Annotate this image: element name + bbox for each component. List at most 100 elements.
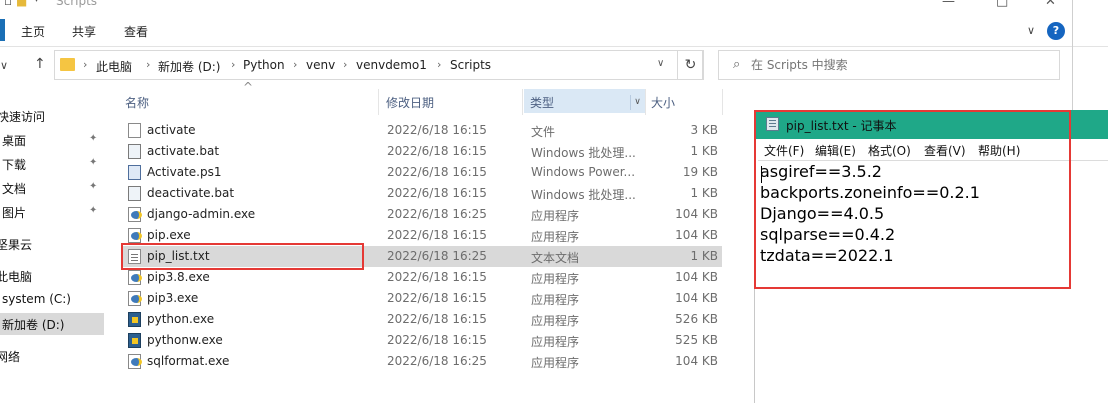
title-bar: ▫ ■ ▾ Scripts — □ ✕: [0, 0, 1108, 14]
sidebar-item-nutstore[interactable]: 坚果云: [0, 233, 104, 255]
sidebar-item-quick-access[interactable]: 快速访问: [0, 105, 104, 127]
chevron-right-icon[interactable]: ›: [343, 58, 347, 71]
quick-access-dropdown-icon[interactable]: ▾: [34, 0, 39, 5]
column-header-label: 名称: [125, 96, 150, 110]
sidebar-item-drive-c[interactable]: system (C:): [0, 289, 104, 311]
executable-icon: [128, 207, 142, 222]
file-row[interactable]: python.exe 2022/6/18 16:15 应用程序 526 KB: [122, 309, 722, 330]
refresh-button[interactable]: ↻: [677, 50, 704, 80]
file-date: 2022/6/18 16:15: [387, 270, 487, 284]
up-arrow-icon[interactable]: ↑: [34, 56, 46, 72]
file-row[interactable]: pip3.8.exe 2022/6/18 16:15 应用程序 104 KB: [122, 267, 722, 288]
file-name: pip3.8.exe: [147, 270, 210, 284]
navigation-pane: 快速访问 桌面 ✦ 下载 ✦ 文档 ✦ 图片 ✦ 坚果云 此电脑 system …: [0, 88, 106, 403]
close-icon[interactable]: ✕: [1045, 0, 1056, 9]
folder-icon[interactable]: ■: [16, 0, 27, 8]
search-input[interactable]: [751, 51, 1051, 79]
column-divider[interactable]: [378, 89, 379, 115]
sidebar-item-pictures[interactable]: 图片 ✦: [0, 201, 104, 223]
column-header-date[interactable]: 修改日期: [380, 89, 522, 113]
executable-icon: [128, 228, 142, 243]
file-date: 2022/6/18 16:15: [387, 291, 487, 305]
file-row[interactable]: deactivate.bat 2022/6/18 16:15 Windows 批…: [122, 183, 722, 204]
search-box[interactable]: ⌕: [718, 50, 1060, 80]
file-row[interactable]: activate.bat 2022/6/18 16:15 Windows 批处理…: [122, 141, 722, 162]
file-size: 1 KB: [690, 249, 718, 263]
maximize-icon[interactable]: □: [996, 0, 1008, 9]
file-name: pip.exe: [147, 228, 191, 242]
chevron-right-icon[interactable]: ›: [231, 58, 235, 71]
highlight-box: [121, 243, 364, 270]
sidebar-item-downloads[interactable]: 下载 ✦: [0, 153, 104, 175]
address-bar[interactable]: › 此电脑 › 新加卷 (D:) › Python › venv › venvd…: [54, 50, 703, 80]
breadcrumb-venv[interactable]: venv: [306, 58, 335, 72]
batch-file-icon: [128, 186, 141, 201]
column-divider[interactable]: [645, 89, 646, 115]
file-row[interactable]: pythonw.exe 2022/6/18 16:15 应用程序 525 KB: [122, 330, 722, 351]
chevron-right-icon[interactable]: ›: [83, 58, 87, 71]
tab-view[interactable]: 查看: [124, 23, 148, 40]
window-title: Scripts: [56, 0, 98, 8]
folder-icon: [60, 58, 75, 71]
tab-home[interactable]: 主页: [21, 23, 45, 40]
sidebar-item-documents[interactable]: 文档 ✦: [0, 177, 104, 199]
file-date: 2022/6/18 16:15: [387, 333, 487, 347]
sidebar-item-label: 网络: [0, 350, 21, 364]
chevron-down-icon[interactable]: ∨: [630, 95, 644, 110]
minimize-icon[interactable]: —: [942, 0, 955, 9]
file-row[interactable]: Activate.ps1 2022/6/18 16:15 Windows Pow…: [122, 162, 722, 183]
sidebar-item-this-pc[interactable]: 此电脑: [0, 265, 104, 287]
file-date: 2022/6/18 16:25: [387, 354, 487, 368]
sidebar-item-drive-d[interactable]: 新加卷 (D:): [0, 313, 104, 335]
column-header-type[interactable]: 类型: [524, 89, 645, 113]
help-icon[interactable]: ?: [1047, 22, 1065, 40]
batch-file-icon: [128, 144, 141, 159]
breadcrumb-scripts[interactable]: Scripts: [450, 58, 491, 72]
file-row[interactable]: django-admin.exe 2022/6/18 16:25 应用程序 10…: [122, 204, 722, 225]
breadcrumb-venvdemo1[interactable]: venvdemo1: [356, 58, 427, 72]
column-header-name[interactable]: 名称: [122, 89, 372, 113]
sidebar-item-desktop[interactable]: 桌面 ✦: [0, 129, 104, 151]
sidebar-item-network[interactable]: 网络: [0, 345, 104, 367]
column-header-size[interactable]: 大小: [647, 89, 722, 113]
file-name: sqlformat.exe: [147, 354, 230, 368]
file-name: django-admin.exe: [147, 207, 256, 221]
column-divider[interactable]: [522, 89, 523, 115]
save-icon[interactable]: ▫: [4, 0, 12, 8]
breadcrumb-this-pc[interactable]: 此电脑: [96, 58, 132, 75]
column-header-label: 类型: [530, 96, 555, 110]
executable-icon: [128, 291, 142, 306]
breadcrumb-drive-d[interactable]: 新加卷 (D:): [158, 58, 220, 75]
file-size: 1 KB: [690, 144, 718, 158]
address-dropdown-icon[interactable]: ∨: [657, 58, 664, 69]
sidebar-item-label: 桌面: [2, 134, 27, 148]
file-name: activate.bat: [147, 144, 220, 158]
tab-share[interactable]: 共享: [72, 23, 96, 40]
column-divider[interactable]: [722, 89, 723, 115]
chevron-down-icon[interactable]: ∨: [1027, 24, 1035, 37]
sidebar-item-label: 下载: [2, 158, 27, 172]
column-header-label: 修改日期: [386, 96, 435, 110]
chevron-right-icon[interactable]: ›: [437, 58, 441, 71]
sidebar-item-label: 文档: [2, 182, 27, 196]
python-icon: [128, 333, 141, 348]
file-name: activate: [147, 123, 196, 137]
powershell-script-icon: [128, 165, 141, 180]
breadcrumb-python[interactable]: Python: [243, 58, 285, 72]
chevron-right-icon[interactable]: ›: [293, 58, 297, 71]
file-date: 2022/6/18 16:25: [387, 249, 487, 263]
file-row[interactable]: pip3.exe 2022/6/18 16:15 应用程序 104 KB: [122, 288, 722, 309]
file-tab[interactable]: [0, 19, 5, 41]
sidebar-item-label: 此电脑: [0, 270, 33, 284]
file-name: deactivate.bat: [147, 186, 235, 200]
file-size: 526 KB: [675, 312, 718, 326]
file-size: 525 KB: [675, 333, 718, 347]
file-date: 2022/6/18 16:15: [387, 123, 487, 137]
sidebar-item-label: 快速访问: [0, 110, 46, 124]
recent-locations-icon[interactable]: ∨: [0, 59, 8, 72]
chevron-right-icon[interactable]: ›: [146, 58, 150, 71]
file-name: pythonw.exe: [147, 333, 223, 347]
file-name: pip3.exe: [147, 291, 199, 305]
file-row[interactable]: sqlformat.exe 2022/6/18 16:25 应用程序 104 K…: [122, 351, 722, 372]
file-row[interactable]: activate 2022/6/18 16:15 文件 3 KB: [122, 120, 722, 141]
